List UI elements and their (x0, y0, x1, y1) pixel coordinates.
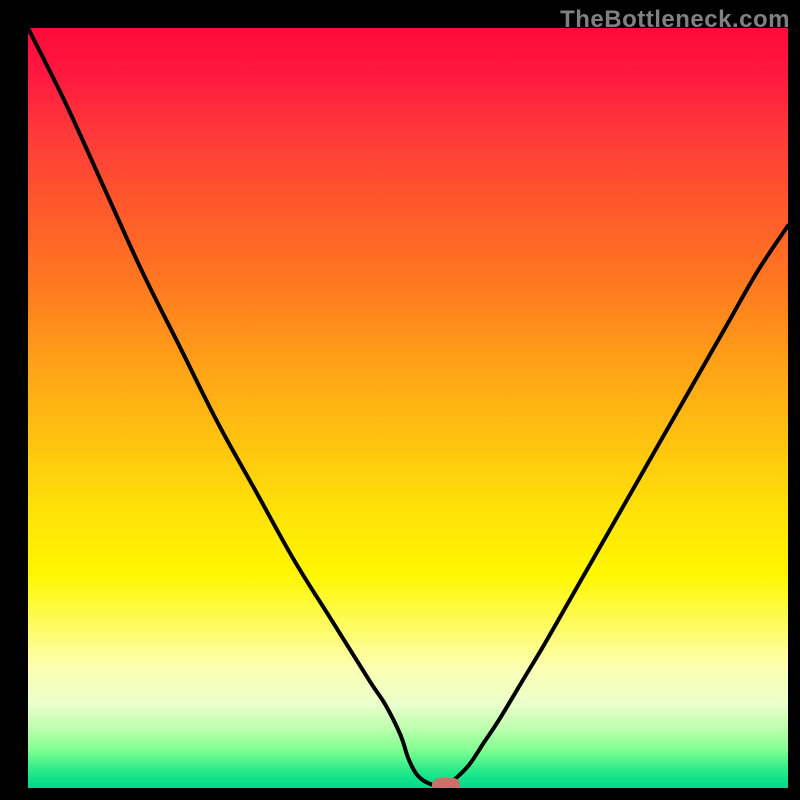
curve-left-branch (28, 28, 431, 784)
curve-right-branch (454, 226, 788, 781)
optimum-marker (432, 778, 460, 788)
watermark-text: TheBottleneck.com (560, 6, 790, 34)
curve-holder (28, 28, 788, 788)
bottleneck-curve (28, 28, 788, 788)
chart-stage: TheBottleneck.com (0, 0, 800, 800)
plot-area (28, 28, 788, 788)
